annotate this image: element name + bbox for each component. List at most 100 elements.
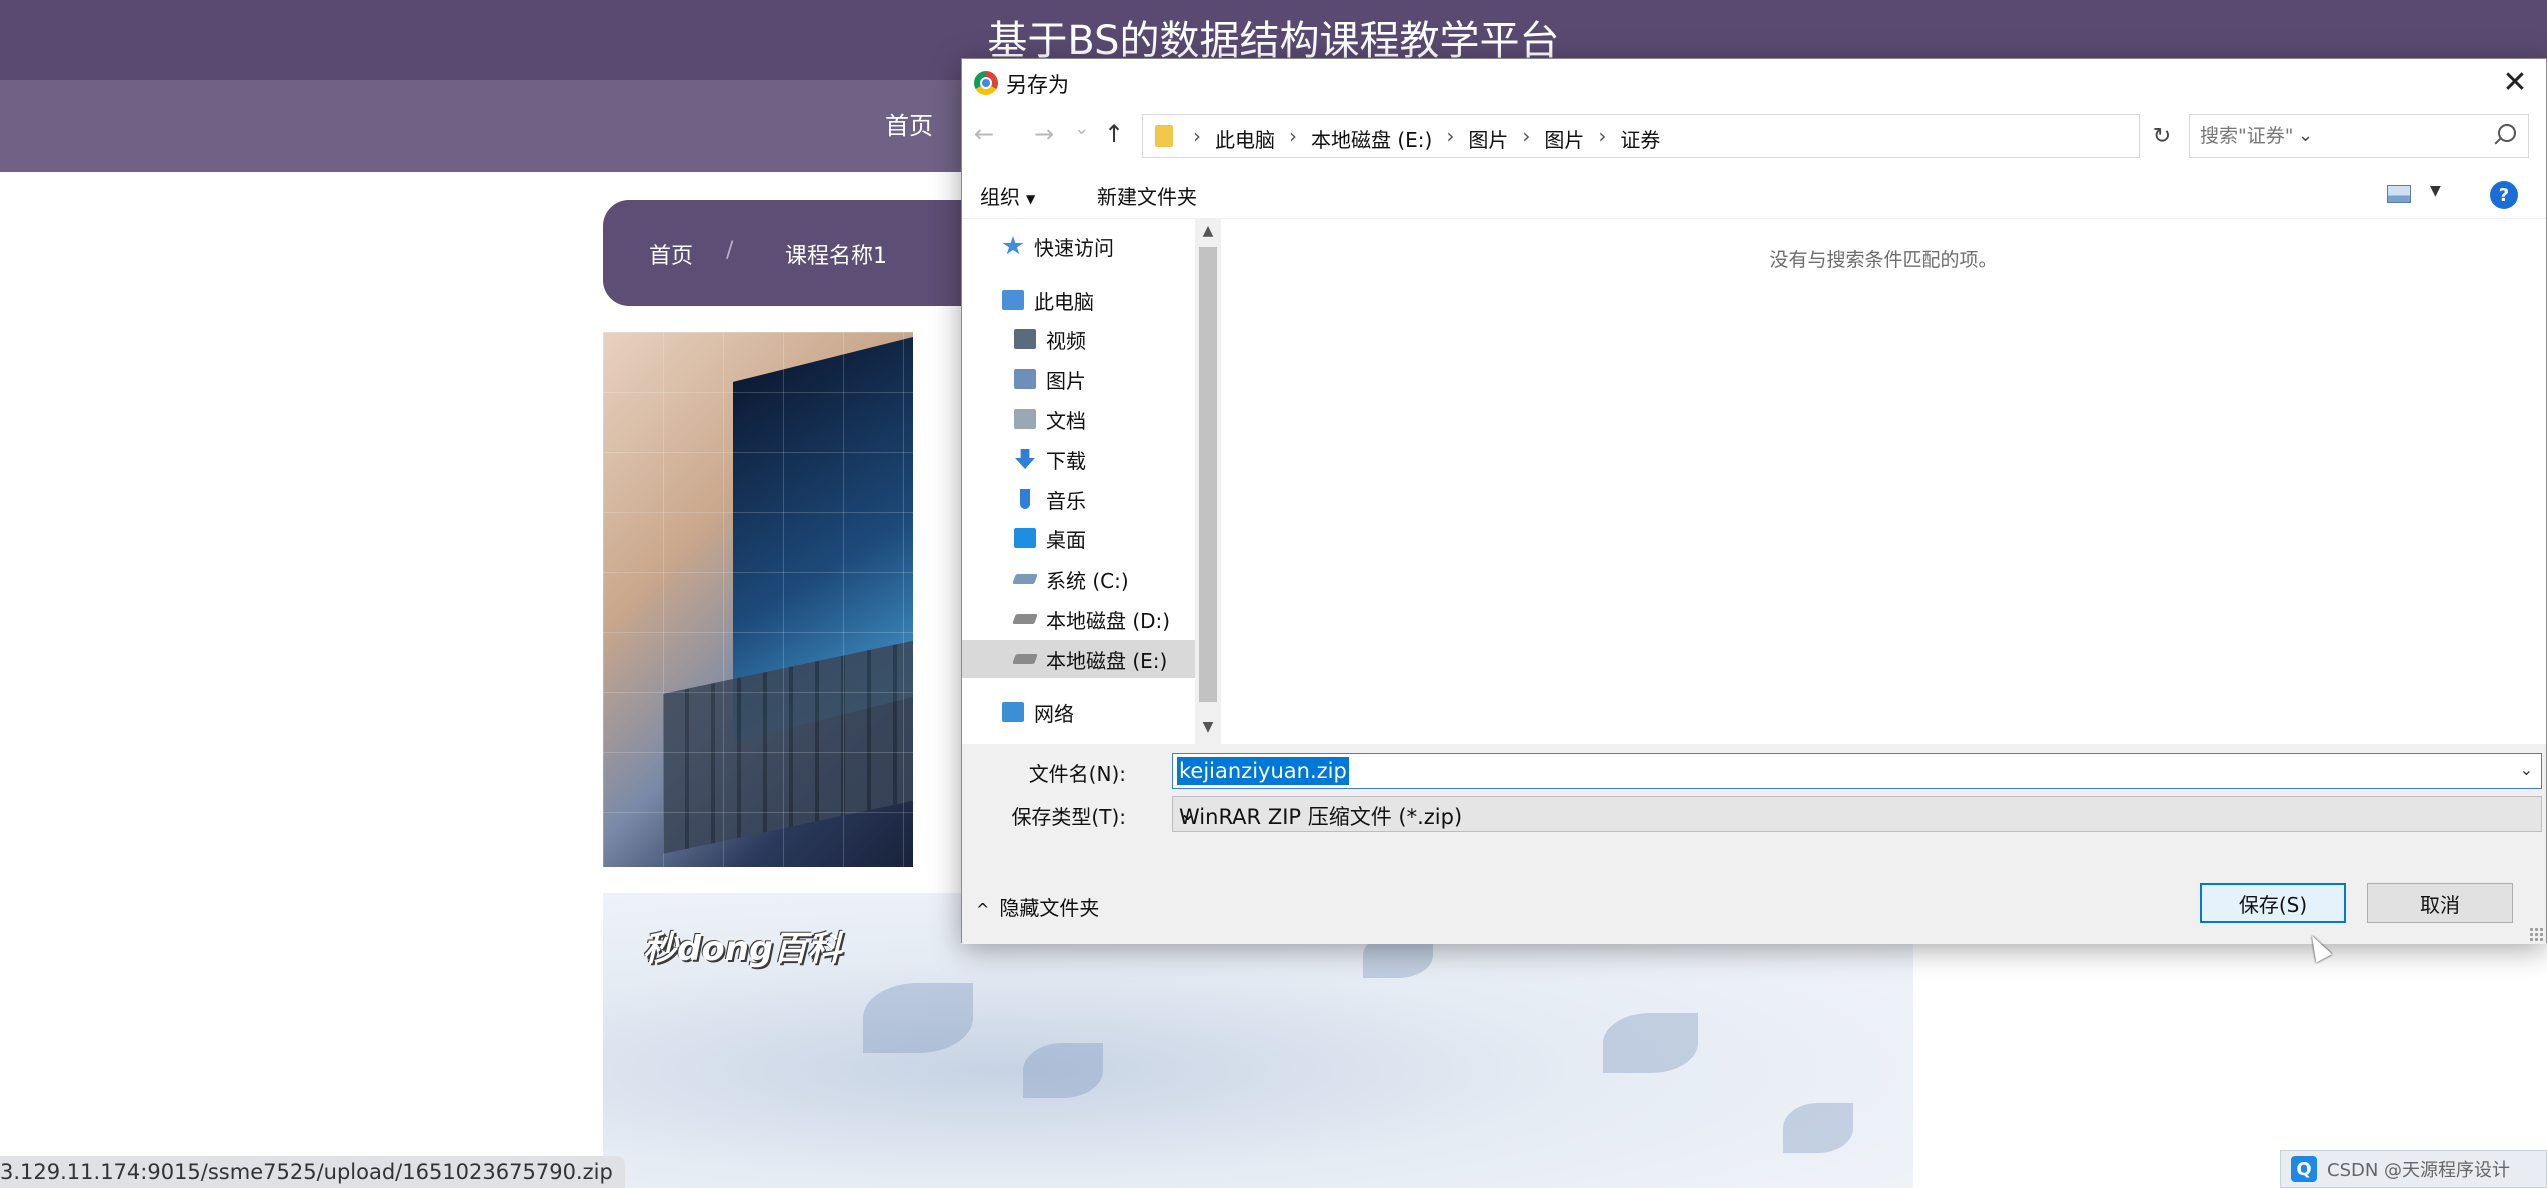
- drive-icon: [1012, 614, 1038, 624]
- computer-icon: [1002, 290, 1024, 310]
- view-dropdown-icon[interactable]: ▼: [2430, 183, 2441, 199]
- dialog-titlebar[interactable]: 另存为 ✕: [962, 59, 2546, 105]
- star-icon: [1002, 236, 1024, 255]
- new-folder-button[interactable]: 新建文件夹: [1097, 181, 1197, 210]
- nav-link-home[interactable]: 首页: [885, 106, 933, 141]
- pictures-icon: [1014, 369, 1036, 389]
- cancel-button[interactable]: 取消: [2367, 883, 2513, 923]
- nav-item-label: 下载: [1046, 448, 1086, 473]
- crumb-separator[interactable]: ›: [1179, 124, 1215, 153]
- network-icon: [1002, 702, 1024, 722]
- crumb-separator[interactable]: ›: [1584, 124, 1620, 153]
- chevron-up-icon: ^: [976, 900, 990, 919]
- filetype-select[interactable]: WinRAR ZIP 压缩文件 (*.zip) ⌄: [1172, 796, 2542, 832]
- scroll-down-icon[interactable]: ▼: [1195, 719, 1221, 735]
- nav-item-label: 此电脑: [1034, 289, 1094, 314]
- nav-item-label: 桌面: [1046, 527, 1086, 552]
- organize-menu[interactable]: 组织 ▼: [980, 181, 1035, 210]
- qq-icon[interactable]: Q: [2291, 1156, 2317, 1182]
- save-button[interactable]: 保存(S): [2200, 883, 2346, 923]
- folder-icon: [1155, 125, 1173, 147]
- nav-item[interactable]: 桌面: [962, 519, 1195, 557]
- music-icon: [1020, 489, 1030, 509]
- nav-item[interactable]: 视频: [962, 320, 1195, 358]
- filetype-label: 保存类型(T):: [1011, 805, 1126, 829]
- file-list-pane[interactable]: 没有与搜索条件匹配的项。: [1221, 219, 2546, 744]
- refresh-icon[interactable]: ↻: [2147, 120, 2177, 152]
- close-button[interactable]: ✕: [2484, 59, 2546, 105]
- nav-item-label: 音乐: [1046, 488, 1086, 513]
- watermark-logo: 秒dong百科: [643, 929, 842, 969]
- address-row: ← → ⌄ ↑ › 此电脑 › 本地磁盘 (E:) › 图片 › 图片 › 证券…: [962, 114, 2546, 160]
- nav-item[interactable]: 文档: [962, 400, 1195, 438]
- save-as-dialog: 另存为 ✕ ← → ⌄ ↑ › 此电脑 › 本地磁盘 (E:) › 图片 › 图…: [961, 58, 2547, 944]
- desktop-icon: [1014, 528, 1036, 548]
- resize-grip-icon[interactable]: [2529, 927, 2543, 941]
- caret-down-icon: ▼: [1026, 191, 1036, 206]
- crumb-securities[interactable]: 证券: [1620, 124, 1660, 153]
- nav-item[interactable]: 系统 (C:): [962, 560, 1195, 598]
- nav-item[interactable]: 本地磁盘 (D:): [962, 600, 1195, 638]
- nav-item[interactable]: 此电脑: [962, 281, 1195, 319]
- scroll-thumb[interactable]: [1199, 247, 1217, 702]
- crumb-this-pc[interactable]: 此电脑: [1215, 124, 1275, 153]
- chrome-icon: [974, 71, 998, 95]
- empty-message: 没有与搜索条件匹配的项。: [1769, 249, 1998, 271]
- up-arrow-icon[interactable]: ↑: [1104, 120, 1124, 148]
- navigation-pane: 快速访问此电脑视频图片文档下载音乐桌面系统 (C:) 本地磁盘 (D:) 本地磁盘 …: [962, 219, 1195, 744]
- scroll-up-icon[interactable]: ▲: [1195, 223, 1221, 239]
- course-banner-image: [603, 332, 913, 867]
- nav-item-label: 本地磁盘 (D:): [1046, 608, 1171, 633]
- nav-item-label: 快速访问: [1034, 235, 1114, 260]
- dialog-title: 另存为: [1006, 73, 1069, 97]
- save-fields-area: 文件名(N): kejianziyuan.zip ⌄ 保存类型(T): WinR…: [962, 744, 2546, 944]
- nav-item[interactable]: 音乐: [962, 480, 1195, 518]
- tray-bar: Q CSDN @天源程序设计: [2280, 1150, 2547, 1188]
- filetype-dropdown-icon[interactable]: ⌄: [1179, 801, 2533, 825]
- address-crumbs: › 此电脑 › 本地磁盘 (E:) › 图片 › 图片 › 证券: [1179, 124, 1660, 153]
- back-arrow-icon[interactable]: ←: [974, 120, 994, 148]
- breadcrumb-current: 课程名称1: [785, 244, 887, 269]
- crumb-separator[interactable]: ›: [1432, 124, 1468, 153]
- dialog-toolbar: 组织 ▼ 新建文件夹 ▼ ?: [962, 167, 2546, 219]
- nav-item-label: 本地磁盘 (E:): [1046, 648, 1168, 673]
- nav-scrollbar[interactable]: ▲ ▼: [1195, 219, 1221, 744]
- nav-item[interactable]: 本地磁盘 (E:): [962, 640, 1195, 678]
- download-icon: [1015, 449, 1035, 469]
- hide-folders-toggle[interactable]: ^ 隐藏文件夹: [976, 892, 1099, 921]
- nav-item-label: 视频: [1046, 328, 1086, 353]
- crumb-pictures[interactable]: 图片: [1468, 124, 1508, 153]
- nav-item[interactable]: 网络: [962, 693, 1195, 731]
- help-icon[interactable]: ?: [2490, 181, 2518, 209]
- nav-item-label: 系统 (C:): [1046, 568, 1129, 593]
- filename-value[interactable]: kejianziyuan.zip: [1177, 757, 1349, 785]
- crumb-drive-e[interactable]: 本地磁盘 (E:): [1311, 124, 1432, 153]
- nav-item[interactable]: 快速访问: [962, 227, 1195, 265]
- view-options-icon[interactable]: [2387, 185, 2411, 203]
- filename-dropdown-icon[interactable]: ⌄: [2520, 760, 2533, 779]
- organize-label: 组织: [980, 185, 1020, 209]
- video-icon: [1014, 329, 1036, 349]
- address-bar[interactable]: › 此电脑 › 本地磁盘 (E:) › 图片 › 图片 › 证券 ⌄: [1142, 114, 2313, 158]
- tray-text: CSDN @天源程序设计: [2327, 1160, 2511, 1181]
- status-bar-url: 3.129.11.174:9015/ssme7525/upload/165102…: [0, 1156, 625, 1188]
- crumb-pictures-sub[interactable]: 图片: [1544, 124, 1584, 153]
- search-input[interactable]: [2200, 123, 2480, 149]
- nav-item-label: 图片: [1046, 368, 1086, 393]
- filename-label: 文件名(N):: [1028, 762, 1126, 786]
- recent-locations-icon[interactable]: ⌄: [1074, 118, 1089, 139]
- search-box[interactable]: [2189, 114, 2529, 158]
- crumb-separator[interactable]: ›: [1508, 124, 1544, 153]
- nav-item-label: 文档: [1046, 408, 1086, 433]
- breadcrumb-separator: /: [726, 238, 734, 263]
- crumb-separator[interactable]: ›: [1275, 124, 1311, 153]
- nav-item-label: 网络: [1034, 701, 1074, 726]
- hide-folders-label: 隐藏文件夹: [999, 896, 1100, 920]
- breadcrumb-home[interactable]: 首页: [649, 238, 693, 270]
- document-icon: [1014, 409, 1036, 429]
- nav-item[interactable]: 下载: [962, 440, 1195, 478]
- nav-item[interactable]: 图片: [962, 360, 1195, 398]
- search-icon[interactable]: [2498, 124, 2516, 142]
- filename-input[interactable]: kejianziyuan.zip ⌄: [1172, 753, 2542, 789]
- forward-arrow-icon[interactable]: →: [1034, 120, 1054, 148]
